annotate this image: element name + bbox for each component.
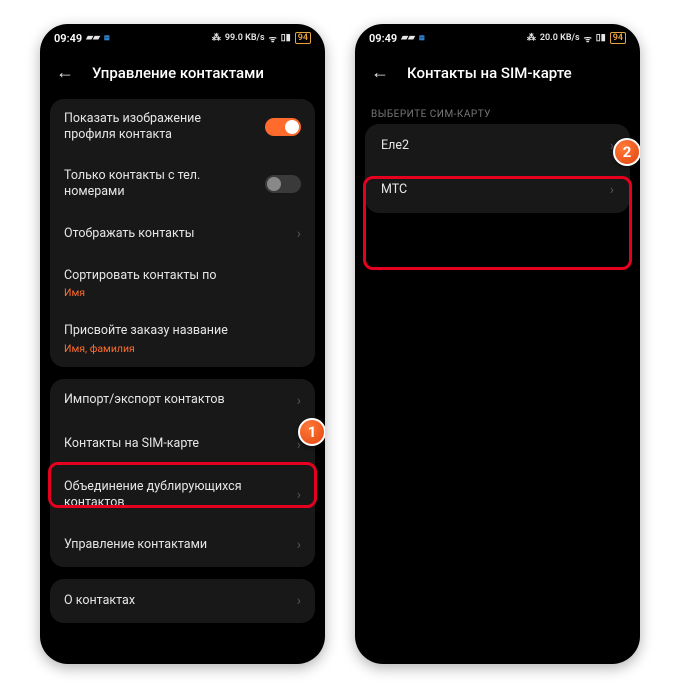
tutorial-badge-2: 2 [613, 138, 640, 166]
bt-icon: ⧈ [419, 33, 425, 43]
row-display-contacts[interactable]: Отображать контакты › [50, 212, 315, 256]
row-assign-name[interactable]: Присвойте заказу название Имя, фамилия [50, 311, 315, 366]
settings-group-3: О контактах › [50, 579, 315, 623]
phone-screen-1: 09:49 ▰▰ ⧈ ⁂ 99.0 KB/s ᯤ ▯▮ 94 ← Управле… [40, 24, 325, 664]
status-bar: 09:49 ▰▰ ⧈ ⁂ 20.0 KB/s ᯤ ▯▮ 94 [355, 24, 640, 52]
wifi-icon: ᯤ [269, 32, 277, 45]
status-time: 09:49 [54, 32, 82, 45]
row-import-export[interactable]: Импорт/экспорт контактов › [50, 379, 315, 423]
chevron-right-icon: › [297, 393, 301, 409]
settings-group-2: Импорт/экспорт контактов › Контакты на S… [50, 379, 315, 568]
settings-group-1: Показать изображение профиля контакта То… [50, 99, 315, 367]
page-title: Контакты на SIM-карте [407, 64, 572, 82]
tutorial-badge-1: 1 [298, 418, 325, 446]
label: Еле2 [381, 138, 409, 154]
status-bar: 09:49 ▰▰ ⧈ ⁂ 99.0 KB/s ᯤ ▯▮ 94 [40, 24, 325, 52]
phone-screen-2: 09:49 ▰▰ ⧈ ⁂ 20.0 KB/s ᯤ ▯▮ 94 ← Контакт… [355, 24, 640, 664]
bt-icon: ⧈ [104, 33, 110, 43]
label: Импорт/экспорт контактов [64, 392, 225, 408]
section-header: ВЫБЕРИТЕ СИМ-КАРТУ [355, 99, 640, 124]
label: Присвойте заказу название [64, 323, 228, 339]
label: Объединение дублирующихся контактов [64, 479, 244, 512]
label: Сортировать контакты по [64, 268, 217, 284]
label: Управление контактами [64, 537, 207, 553]
signal-icon: ▯▮ [281, 33, 291, 43]
speed-indicator: 20.0 KB/s [540, 33, 580, 43]
back-icon[interactable]: ← [371, 62, 389, 83]
row-show-profile-image[interactable]: Показать изображение профиля контакта [50, 99, 315, 156]
value: Имя, фамилия [64, 342, 228, 355]
notif-icon: ▰▰ [86, 33, 100, 43]
label: Только контакты с тел. номерами [64, 168, 244, 201]
chevron-right-icon: › [297, 487, 301, 503]
header: ← Контакты на SIM-карте [355, 52, 640, 99]
speed-indicator: 99.0 KB/s [225, 33, 265, 43]
label: МТС [381, 182, 407, 198]
battery-icon: 94 [295, 32, 311, 44]
toggle-profile-image[interactable] [265, 118, 301, 136]
chevron-right-icon: › [610, 182, 614, 198]
row-only-with-phone[interactable]: Только контакты с тел. номерами [50, 156, 315, 213]
row-sort-by[interactable]: Сортировать контакты по Имя [50, 256, 315, 311]
page-title: Управление контактами [92, 64, 264, 82]
value: Имя [64, 286, 217, 299]
label: О контактах [64, 593, 135, 609]
chevron-right-icon: › [297, 593, 301, 609]
label: Показать изображение профиля контакта [64, 111, 244, 144]
status-time: 09:49 [369, 32, 397, 45]
row-sim-2[interactable]: МТС › [365, 168, 630, 212]
row-merge-duplicates[interactable]: Объединение дублирующихся контактов › [50, 467, 315, 524]
battery-icon: 94 [610, 32, 626, 44]
row-manage-contacts[interactable]: Управление контактами › [50, 523, 315, 567]
label: Отображать контакты [64, 226, 194, 242]
volte-icon: ⁂ [527, 33, 536, 43]
volte-icon: ⁂ [212, 33, 221, 43]
row-sim-1[interactable]: Еле2 › [365, 124, 630, 168]
label: Контакты на SIM-карте [64, 436, 199, 452]
toggle-only-phone[interactable] [265, 175, 301, 193]
row-about[interactable]: О контактах › [50, 579, 315, 623]
row-sim-contacts[interactable]: Контакты на SIM-карте › [50, 423, 315, 467]
signal-icon: ▯▮ [596, 33, 606, 43]
chevron-right-icon: › [297, 226, 301, 242]
chevron-right-icon: › [297, 537, 301, 553]
wifi-icon: ᯤ [584, 32, 592, 45]
sim-list: Еле2 › МТС › [365, 124, 630, 213]
header: ← Управление контактами [40, 52, 325, 99]
notif-icon: ▰▰ [401, 33, 415, 43]
back-icon[interactable]: ← [56, 62, 74, 83]
